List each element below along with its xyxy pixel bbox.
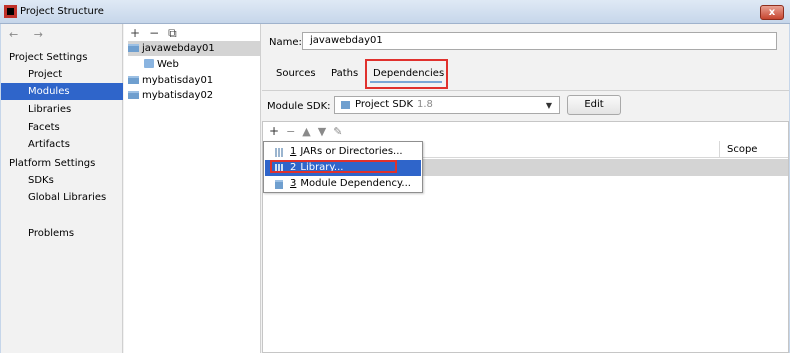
nav-item-libraries[interactable]: Libraries — [1, 101, 123, 118]
project-settings-header: Project Settings — [9, 52, 88, 63]
web-facet-icon — [144, 59, 154, 68]
menu-item-mnemonic: 1 — [290, 146, 297, 157]
menu-item-module-dependency[interactable]: 3 Module Dependency... — [265, 176, 421, 192]
title-bar: Project Structure x — [0, 0, 790, 24]
module-folder-icon — [128, 76, 139, 84]
add-dependency-menu: 1 JARs or Directories... 2 Library... 3 Mod… — [263, 141, 423, 193]
module-tree: + − ⧉ javawebday01 Web mybatisday01 mybati… — [124, 24, 261, 353]
move-up-button[interactable]: ▲ — [302, 125, 310, 138]
tree-node-label: javawebday01 — [142, 43, 215, 54]
remove-dependency-button[interactable]: − — [286, 125, 295, 138]
remove-module-button[interactable]: − — [149, 26, 159, 40]
module-sdk-label: Module SDK: — [267, 101, 331, 112]
move-down-button[interactable]: ▼ — [318, 125, 326, 138]
scope-column-header[interactable]: Scope — [727, 144, 757, 155]
sdk-value: Project SDK — [355, 99, 413, 110]
tree-node-mybatisday02[interactable]: mybatisday02 — [128, 88, 213, 103]
edit-dependency-button[interactable]: ✎ — [333, 125, 342, 138]
tab-divider — [262, 90, 789, 91]
module-icon — [275, 180, 283, 189]
add-module-button[interactable]: + — [130, 26, 140, 40]
nav-item-modules[interactable]: Modules — [1, 83, 123, 100]
tree-node-label: mybatisday01 — [142, 75, 214, 86]
module-folder-icon — [128, 91, 139, 99]
jar-icon — [275, 148, 283, 157]
tree-node-web[interactable]: Web — [144, 57, 179, 72]
tree-node-label: Web — [157, 59, 179, 70]
tree-node-javawebday01[interactable]: javawebday01 — [128, 41, 260, 56]
menu-item-label: JARs or Directories... — [300, 146, 403, 157]
platform-settings-header: Platform Settings — [9, 158, 96, 169]
add-dependency-button[interactable]: + — [269, 124, 279, 138]
sdk-folder-icon — [341, 101, 350, 109]
settings-nav: ← → Project Settings Project Modules Lib… — [1, 24, 123, 353]
library-item-highlight — [270, 160, 397, 173]
menu-item-mnemonic: 3 — [290, 178, 297, 189]
name-label: Name: — [269, 37, 302, 48]
nav-item-project[interactable]: Project — [1, 66, 123, 83]
copy-module-button[interactable]: ⧉ — [168, 26, 177, 40]
tab-sources[interactable]: Sources — [276, 68, 316, 79]
menu-item-label: Module Dependency... — [300, 178, 411, 189]
module-name-input[interactable]: javawebday01 — [302, 32, 777, 50]
back-forward-arrows[interactable]: ← → — [9, 28, 49, 41]
module-sdk-select[interactable]: Project SDK 1.8 ▼ — [334, 96, 560, 114]
column-divider — [719, 141, 720, 158]
nav-item-sdks[interactable]: SDKs — [1, 172, 123, 189]
tree-toolbar: + − ⧉ — [130, 26, 186, 41]
nav-item-artifacts[interactable]: Artifacts — [1, 136, 123, 153]
tab-paths[interactable]: Paths — [331, 68, 358, 79]
intellij-icon — [4, 5, 17, 18]
close-button[interactable]: x — [760, 5, 784, 20]
edit-sdk-button[interactable]: Edit — [567, 95, 621, 115]
tree-node-mybatisday01[interactable]: mybatisday01 — [128, 73, 213, 88]
sdk-version: 1.8 — [417, 99, 433, 110]
chevron-down-icon: ▼ — [545, 101, 552, 110]
tree-node-label: mybatisday02 — [142, 90, 214, 101]
module-folder-icon — [128, 44, 139, 52]
nav-item-problems[interactable]: Problems — [1, 225, 123, 242]
nav-item-global-libraries[interactable]: Global Libraries — [1, 189, 123, 206]
dependencies-toolbar: + − ▲ ▼ ✎ — [269, 124, 349, 138]
dependencies-tab-highlight — [365, 59, 448, 89]
nav-item-facets[interactable]: Facets — [1, 119, 123, 136]
menu-item-jars-directories[interactable]: 1 JARs or Directories... — [265, 144, 421, 160]
window-title: Project Structure — [20, 6, 104, 17]
